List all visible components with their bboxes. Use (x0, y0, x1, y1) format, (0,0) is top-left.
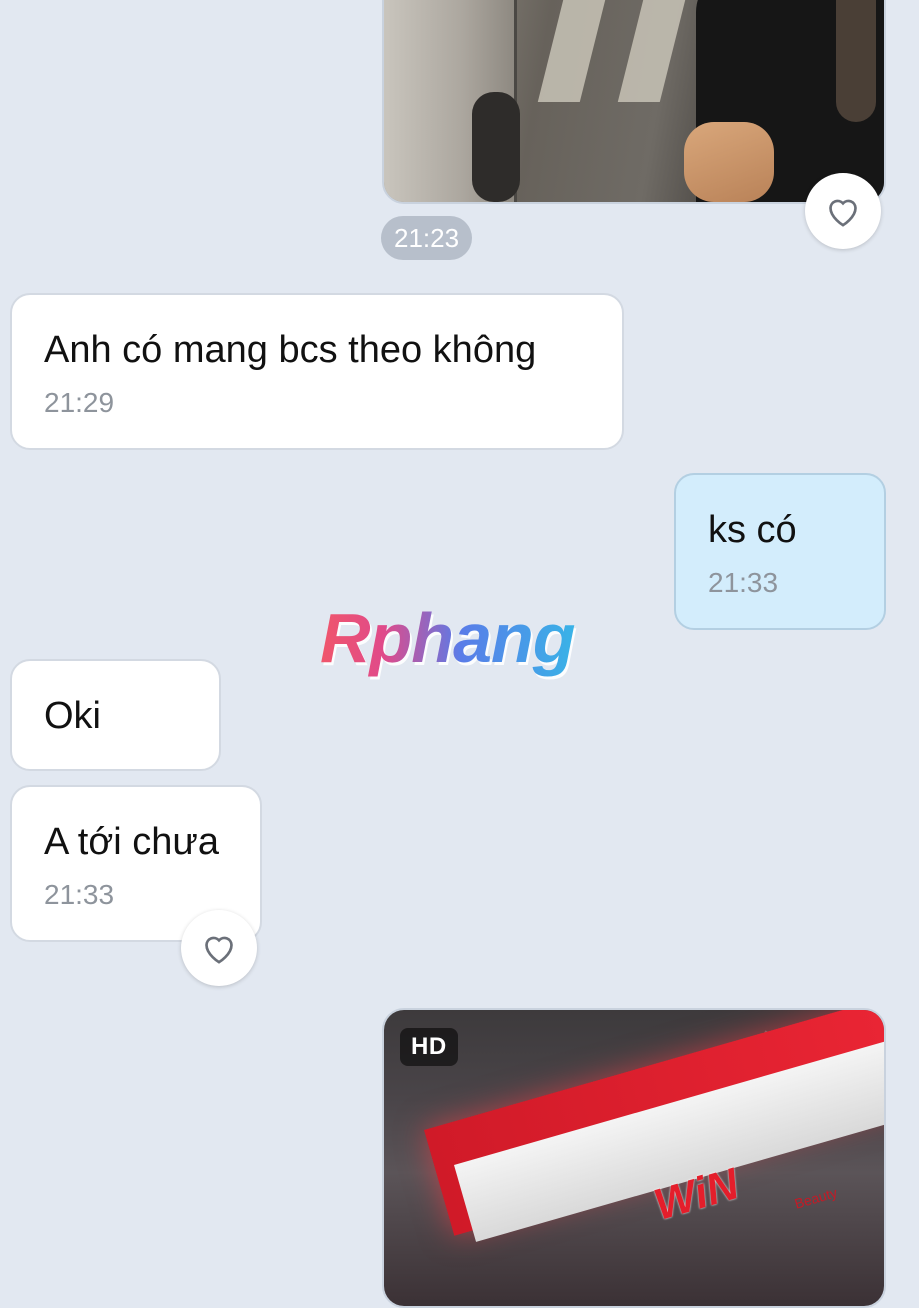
photo-message-top[interactable] (382, 0, 886, 204)
photo-hair-shape (836, 0, 876, 122)
message-time: 21:33 (44, 879, 115, 910)
message-bubble-outgoing[interactable]: ks có 21:33 (674, 473, 886, 630)
heart-icon (829, 199, 857, 227)
photo-message-bottom[interactable]: WiN Beauty HD (382, 1008, 886, 1308)
message-time: 21:33 (708, 567, 779, 598)
photo-arm-shape (684, 122, 774, 202)
message-bubble-incoming[interactable]: Anh có mang bcs theo không 21:29 (10, 293, 624, 450)
chat-view: 21:23 Anh có mang bcs theo không 21:29 k… (0, 0, 919, 1308)
message-bubble-incoming[interactable]: Oki (10, 659, 221, 771)
timestamp-pill: 21:23 (381, 216, 473, 260)
message-text: A tới chưa (44, 821, 219, 863)
message-text: Oki (44, 695, 101, 737)
hd-badge: HD (400, 1028, 458, 1066)
message-text: ks có (708, 509, 797, 551)
message-text: Anh có mang bcs theo không (44, 329, 537, 371)
message-time: 21:29 (44, 387, 115, 418)
heart-icon (205, 936, 233, 964)
reaction-heart-button[interactable] (181, 910, 257, 986)
photo-wheel-shape (472, 92, 520, 202)
reaction-heart-button[interactable] (805, 173, 881, 249)
watermark-logo: Rphang (320, 599, 576, 677)
